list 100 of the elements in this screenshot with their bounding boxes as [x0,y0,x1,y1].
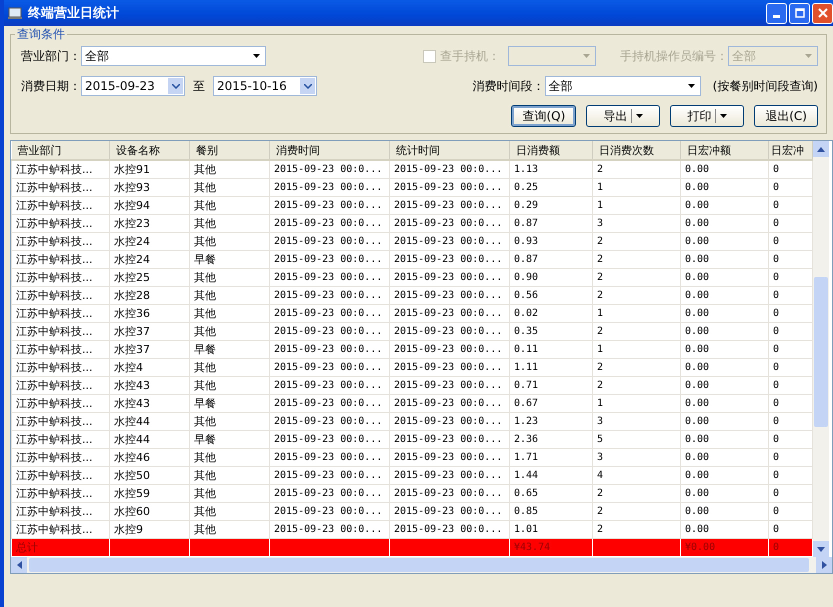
table-cell: 0.87 [510,250,592,268]
table-cell: 2015-09-23 00:0... [390,484,510,502]
table-cell: 0.00 [680,484,768,502]
table-cell: 0.35 [510,322,592,340]
table-cell: 其他 [190,214,270,232]
calendar-dropdown-button[interactable] [168,78,183,94]
calendar-dropdown-button[interactable] [300,78,315,94]
table-cell: 其他 [190,304,270,322]
table-cell: 3 [592,448,680,466]
period-dropdown[interactable]: 全部 [544,76,701,96]
table-cell: 0.65 [510,484,592,502]
scroll-thumb[interactable] [814,277,828,427]
table-cell: 江苏中鲈科技... [12,268,110,286]
dropdown-arrow-icon [636,114,644,118]
column-header[interactable]: 日消费次数 [592,141,680,160]
column-header[interactable]: 设备名称 [110,141,190,160]
table-cell: 0.00 [680,358,768,376]
table-cell: 水控23 [110,214,190,232]
table-cell: 4 [592,466,680,484]
table-cell: 2 [592,358,680,376]
maximize-button[interactable] [789,2,810,24]
table-cell: 水控43 [110,376,190,394]
table-cell: 2015-09-23 00:0... [390,448,510,466]
table-cell: 2015-09-23 00:0... [270,340,390,358]
table-cell: 2015-09-23 00:0... [270,214,390,232]
table-cell: 0.29 [510,196,592,214]
table-cell: 2015-09-23 00:0... [390,358,510,376]
table-cell: 早餐 [190,340,270,358]
table-cell: 0.00 [680,502,768,520]
table-cell: 2015-09-23 00:0... [390,160,510,178]
department-dropdown[interactable]: 全部 [81,46,266,66]
table-cell: 1.13 [510,160,592,178]
dropdown-arrow-icon [720,114,728,118]
table-cell: 早餐 [190,430,270,448]
table-cell: 2015-09-23 00:0... [270,448,390,466]
table-cell: 江苏中鲈科技... [12,178,110,196]
department-label: 营业部门： [21,48,81,64]
table-cell: 0.00 [680,430,768,448]
table-cell: 2 [592,376,680,394]
vertical-scrollbar[interactable] [813,141,829,557]
action-button[interactable]: 退出(C) [754,105,818,127]
table-cell: 江苏中鲈科技... [12,340,110,358]
scroll-up-button[interactable] [813,141,829,157]
table-cell: 其他 [190,376,270,394]
table-cell: 2015-09-23 00:0... [270,358,390,376]
table-cell: 其他 [190,268,270,286]
end-date-picker[interactable]: 2015-10-16 [213,76,317,96]
table-cell: 0.00 [680,412,768,430]
column-header[interactable]: 日消费额 [510,141,592,160]
column-header[interactable]: 日宏冲额 [680,141,768,160]
total-value: 0 [773,542,780,553]
table-cell: 早餐 [190,250,270,268]
table-cell: 2 [592,322,680,340]
action-button[interactable]: 查询(Q) [511,105,576,127]
table-cell: 江苏中鲈科技... [12,376,110,394]
column-header[interactable]: 餐别 [190,141,270,160]
dropdown-arrow-icon [583,54,590,58]
start-date-picker[interactable]: 2015-09-23 [81,76,185,96]
table-cell: 江苏中鲈科技... [12,322,110,340]
column-header[interactable]: 消费时间 [270,141,390,160]
table-cell: 水控24 [110,232,190,250]
arrow-down-icon [817,546,825,552]
column-header[interactable]: 营业部门 [12,141,110,160]
total-value: ¥43.74 [514,542,550,553]
table-cell: 0.00 [680,160,768,178]
table-cell: 2015-09-23 00:0... [390,214,510,232]
table-cell: 江苏中鲈科技... [12,160,110,178]
table-cell: 0.11 [510,340,592,358]
table-cell: 2 [592,160,680,178]
window-title: 终端营业日统计 [28,4,119,22]
chevron-down-icon [172,84,180,88]
table-cell: 江苏中鲈科技... [12,412,110,430]
scroll-down-button[interactable] [813,541,829,557]
table-cell: 0.00 [680,322,768,340]
table-cell: 2015-09-23 00:0... [270,178,390,196]
table-cell: 1 [592,178,680,196]
scroll-thumb[interactable] [29,558,809,572]
scroll-right-button[interactable] [816,557,832,573]
table-cell: 早餐 [190,394,270,412]
table-cell: 1.44 [510,466,592,484]
minimize-button[interactable] [766,2,787,24]
table-cell: 水控44 [110,412,190,430]
table-cell: 水控43 [110,394,190,412]
horizontal-scrollbar[interactable] [11,557,832,573]
table-cell: 2015-09-23 00:0... [390,322,510,340]
column-header[interactable]: 日宏冲 [768,141,812,160]
table-cell: 0.00 [680,178,768,196]
split-button[interactable]: 打印 [670,105,744,127]
table-cell: 水控24 [110,250,190,268]
table-cell: 2015-09-23 00:0... [390,502,510,520]
scroll-left-button[interactable] [11,557,27,573]
table-cell: 江苏中鲈科技... [12,304,110,322]
table-cell: 其他 [190,178,270,196]
table-cell: 其他 [190,196,270,214]
split-button[interactable]: 导出 [586,105,660,127]
table-cell: 其他 [190,232,270,250]
table-cell: 3 [592,412,680,430]
table-cell: 其他 [190,286,270,304]
close-button[interactable] [812,2,833,24]
column-header[interactable]: 统计时间 [390,141,510,160]
